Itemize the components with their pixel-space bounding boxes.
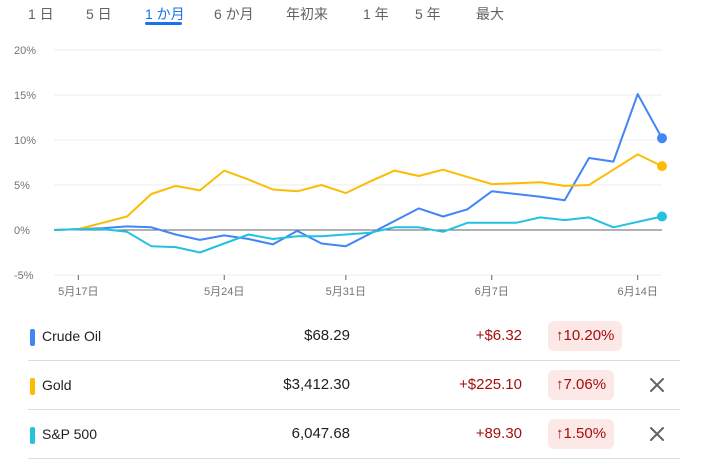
percent-change-badge: ↑7.06% bbox=[548, 370, 615, 400]
asset-change: +$225.10 bbox=[459, 376, 522, 393]
y-tick-label: 5% bbox=[14, 180, 30, 192]
y-tick-label: 10% bbox=[14, 135, 36, 147]
x-axis: 5月17日 5月24日 5月31日 6月7日 6月14日 bbox=[54, 274, 662, 298]
chart-grid: 20% 15% 10% 5% 0% -5% bbox=[14, 45, 662, 282]
close-icon[interactable] bbox=[646, 423, 668, 445]
y-tick-label: 20% bbox=[14, 45, 36, 57]
chart-series bbox=[53, 93, 667, 254]
series-color-swatch bbox=[30, 427, 35, 444]
asset-price: $3,412.30 bbox=[283, 376, 350, 393]
y-tick-label: 15% bbox=[14, 90, 36, 102]
x-tick-label: 6月14日 bbox=[618, 286, 658, 298]
percent-change-badge: ↑10.20% bbox=[548, 321, 623, 351]
series-end-point bbox=[657, 133, 667, 144]
asset-price: $68.29 bbox=[304, 327, 350, 344]
series-color-swatch bbox=[30, 329, 35, 346]
x-tick-label: 5月17日 bbox=[58, 286, 98, 298]
asset-name: S&P 500 bbox=[42, 426, 98, 442]
comparison-chart[interactable]: 20% 15% 10% 5% 0% -5% 5月17日 5月24日 5月31日 6月7日 6月14… bbox=[0, 0, 712, 310]
list-item-gold[interactable]: Gold $3,412.30 +$225.10 ↑7.06% bbox=[28, 361, 680, 410]
asset-price: 6,047.68 bbox=[291, 425, 350, 442]
percent-change-badge: ↑1.50% bbox=[548, 419, 615, 449]
series-end-point bbox=[657, 161, 667, 172]
x-tick-label: 6月7日 bbox=[475, 286, 509, 298]
series-line-s-p-500 bbox=[53, 215, 663, 254]
x-tick-label: 5月24日 bbox=[204, 286, 244, 298]
asset-change: +89.30 bbox=[475, 425, 522, 442]
series-end-point bbox=[657, 211, 667, 222]
list-item-crude-oil[interactable]: Crude Oil $68.29 +$6.32 ↑10.20% bbox=[28, 312, 680, 361]
list-item-sp500[interactable]: S&P 500 6,047.68 +89.30 ↑1.50% bbox=[28, 410, 680, 459]
series-line-crude-oil bbox=[53, 93, 663, 248]
asset-change: +$6.32 bbox=[475, 327, 522, 344]
y-tick-label: -5% bbox=[14, 270, 34, 282]
asset-name: Gold bbox=[42, 377, 72, 393]
series-color-swatch bbox=[30, 378, 35, 395]
close-icon[interactable] bbox=[646, 374, 668, 396]
x-tick-label: 5月31日 bbox=[326, 286, 366, 298]
y-tick-label: 0% bbox=[14, 225, 30, 237]
asset-name: Crude Oil bbox=[42, 328, 102, 344]
